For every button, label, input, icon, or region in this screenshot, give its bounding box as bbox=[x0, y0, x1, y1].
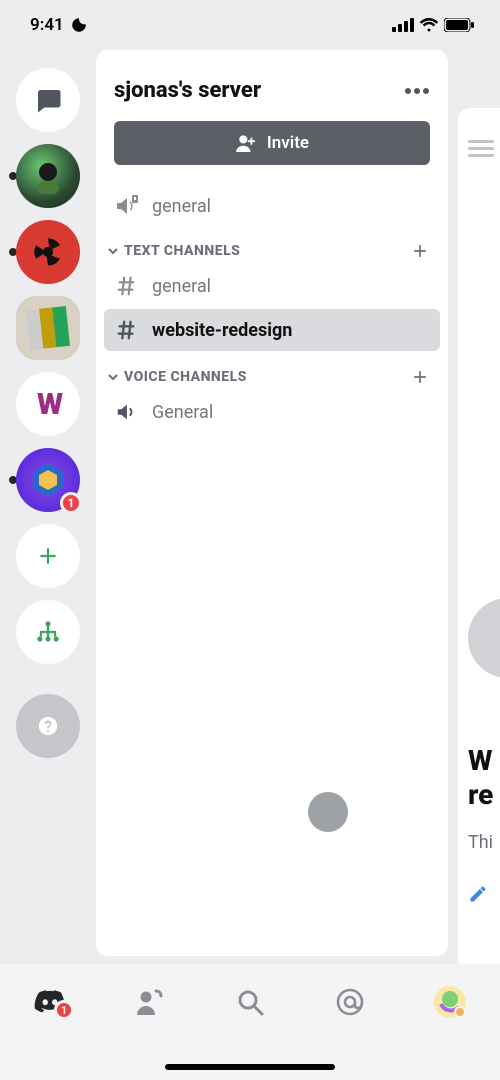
cube-icon bbox=[26, 306, 70, 350]
nav-friends[interactable] bbox=[120, 982, 180, 1022]
rules-channel-name: general bbox=[152, 196, 211, 217]
server-menu-button[interactable] bbox=[404, 87, 430, 95]
channel-content-peek[interactable]: W re Thi bbox=[458, 108, 500, 1014]
nav-mentions[interactable] bbox=[320, 982, 380, 1022]
help-button[interactable] bbox=[16, 694, 80, 758]
nav-profile[interactable] bbox=[420, 982, 480, 1022]
peek-heading-2: re bbox=[468, 778, 493, 811]
nav-search[interactable] bbox=[220, 982, 280, 1022]
rules-channel[interactable]: general bbox=[96, 185, 448, 227]
do-not-disturb-icon bbox=[70, 16, 88, 34]
text-channel-general[interactable]: general bbox=[96, 265, 448, 307]
chat-icon bbox=[33, 85, 63, 115]
chevron-down-icon bbox=[106, 370, 120, 384]
discover-button[interactable] bbox=[16, 600, 80, 664]
ellipsis-icon bbox=[404, 87, 430, 95]
channel-name: general bbox=[152, 276, 211, 297]
server-avatar-1[interactable] bbox=[16, 144, 80, 208]
text-channel-website-redesign[interactable]: website-redesign bbox=[104, 309, 440, 351]
battery-icon bbox=[444, 18, 474, 32]
nav-home-badge: 1 bbox=[54, 1000, 74, 1020]
question-icon bbox=[37, 715, 59, 737]
plus-icon bbox=[410, 367, 430, 387]
friend-wave-icon bbox=[135, 989, 165, 1015]
peek-heading-1: W bbox=[468, 744, 492, 777]
add-server-button[interactable] bbox=[16, 524, 80, 588]
mention-icon bbox=[335, 987, 365, 1017]
text-channels-title: TEXT CHANNELS bbox=[124, 243, 240, 259]
hub-tree-icon bbox=[34, 618, 62, 646]
touch-indicator bbox=[308, 792, 348, 832]
home-indicator bbox=[165, 1064, 335, 1070]
hash-icon bbox=[114, 275, 138, 297]
wifi-icon bbox=[419, 18, 439, 32]
rules-speaker-icon bbox=[114, 195, 138, 217]
server-title[interactable]: sjonas's server bbox=[114, 78, 261, 103]
status-time: 9:41 bbox=[30, 15, 64, 35]
server-avatar-3[interactable] bbox=[16, 296, 80, 360]
hex-logo-icon bbox=[28, 460, 68, 500]
server-notification-badge: 1 bbox=[60, 492, 82, 514]
invite-button[interactable]: Invite bbox=[114, 121, 430, 165]
channel-panel: sjonas's server Invite general TEXT CHAN… bbox=[96, 50, 448, 956]
server-avatar-4[interactable]: W bbox=[16, 372, 80, 436]
add-voice-channel-button[interactable] bbox=[410, 367, 430, 387]
hamburger-icon bbox=[468, 140, 496, 160]
voice-channels-title: VOICE CHANNELS bbox=[124, 369, 247, 385]
profile-avatar-icon bbox=[434, 986, 466, 1018]
plus-icon bbox=[410, 241, 430, 261]
speaker-icon bbox=[114, 401, 138, 423]
peek-subtext: Thi bbox=[468, 832, 493, 853]
text-channels-header[interactable]: TEXT CHANNELS bbox=[96, 227, 448, 265]
chevron-down-icon bbox=[106, 244, 120, 258]
w-logo-icon: W bbox=[37, 387, 59, 422]
direct-messages-button[interactable] bbox=[16, 68, 80, 132]
channel-name: website-redesign bbox=[152, 320, 292, 341]
avatar-art-icon bbox=[30, 158, 66, 194]
fan-icon bbox=[31, 235, 65, 269]
server-rail: W 1 bbox=[0, 50, 96, 964]
server-avatar-5[interactable]: 1 bbox=[16, 448, 80, 512]
invite-icon bbox=[235, 134, 257, 152]
plus-icon bbox=[35, 543, 61, 569]
voice-channel-general[interactable]: General bbox=[96, 391, 448, 433]
channel-name: General bbox=[152, 402, 213, 423]
channel-hero-icon bbox=[468, 598, 500, 678]
pencil-icon bbox=[468, 884, 488, 904]
status-bar: 9:41 bbox=[0, 0, 500, 50]
hash-icon bbox=[114, 319, 138, 341]
server-avatar-2[interactable] bbox=[16, 220, 80, 284]
voice-channels-header[interactable]: VOICE CHANNELS bbox=[96, 353, 448, 391]
nav-home[interactable]: 1 bbox=[20, 982, 80, 1022]
invite-label: Invite bbox=[267, 133, 309, 153]
cellular-icon bbox=[392, 18, 414, 32]
add-text-channel-button[interactable] bbox=[410, 241, 430, 261]
bottom-nav: 1 bbox=[0, 964, 500, 1080]
search-icon bbox=[236, 988, 264, 1016]
